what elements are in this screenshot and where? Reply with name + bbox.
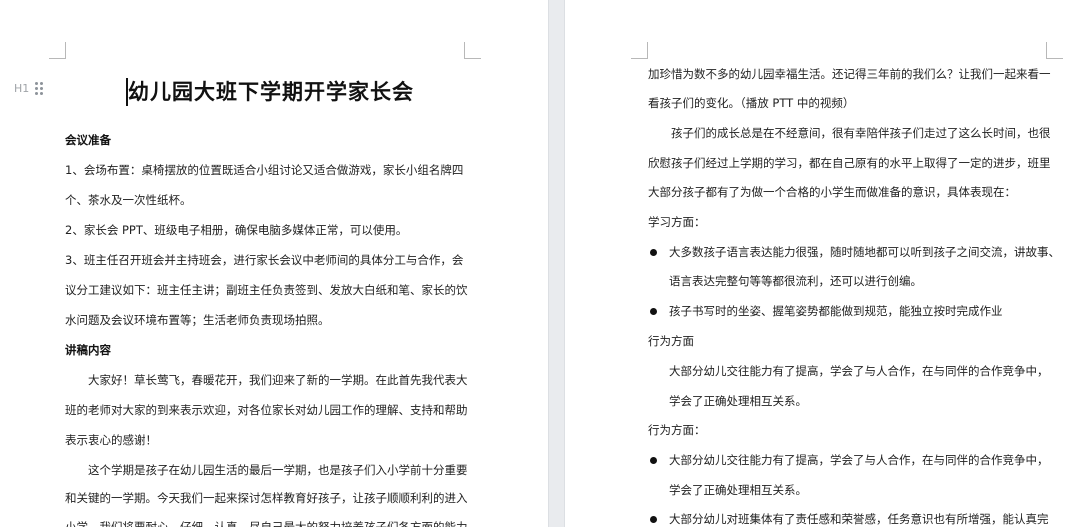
heading-tools: H1 <box>14 82 44 95</box>
paragraph-line[interactable]: 2、家长会 PPT、班级电子相册，确保电脑多媒体正常，可以使用。 <box>65 222 407 238</box>
paragraph-line[interactable]: 和关键的一学期。今天我们一起来探讨怎样教育好孩子，让孩子顺顺利利的进入 <box>65 490 468 506</box>
paragraph-line[interactable]: 孩子们的成长总是在不经意间，很有幸陪伴孩子们走过了这么长时间，也很 <box>671 125 1051 141</box>
paragraph-line[interactable]: 班的老师对大家的到来表示欢迎，对各位家长对幼儿园工作的理解、支持和帮助 <box>65 402 468 418</box>
paragraph-line[interactable]: 大家好！草长莺飞，春暖花开，我们迎来了新的一学期。在此首先我代表大 <box>88 372 468 388</box>
paragraph-line[interactable]: 学习方面： <box>648 214 706 230</box>
paragraph-line[interactable]: 大部分幼儿交往能力有了提高，学会了与人合作，在与同伴的合作竞争中， <box>669 363 1049 379</box>
document-title[interactable]: 幼儿园大班下学期开学家长会 <box>128 76 428 106</box>
paragraph-line[interactable]: 1、会场布置：桌椅摆放的位置既适合小组讨论又适合做游戏，家长小组名牌四 <box>65 162 463 178</box>
document-workspace: H1 幼儿园大班下学期开学家长会 会议准备 1、会场布置：桌椅摆放的位置既适合小… <box>0 0 1080 527</box>
paragraph-line[interactable]: 看孩子们的变化。（播放 PTT 中的视频） <box>648 95 854 111</box>
paragraph-line[interactable]: 个、茶水及一次性纸杯。 <box>65 192 192 208</box>
document-page-left[interactable]: H1 幼儿园大班下学期开学家长会 会议准备 1、会场布置：桌椅摆放的位置既适合小… <box>0 0 548 527</box>
bullet-icon <box>650 249 657 256</box>
paragraph-line[interactable]: 学会了正确处理相互关系。 <box>669 393 807 409</box>
paragraph-line[interactable]: 议分工建议如下：班主任主讲；副班主任负责签到、发放大白纸和笔、家长的饮 <box>65 282 468 298</box>
list-item-line[interactable]: 大部分幼儿对班集体有了责任感和荣誉感，任务意识也有所增强，能认真完 <box>669 511 1049 527</box>
paragraph-line[interactable]: 这个学期是孩子在幼儿园生活的最后一学期，也是孩子们入小学前十分重要 <box>88 462 468 478</box>
paragraph-line[interactable]: 小学，我们将要耐心、仔细、认真、尽自己最大的努力培养孩子们各方面的能力 <box>65 519 468 527</box>
paragraph-line[interactable]: 加珍惜为数不多的幼儿园幸福生活。还记得三年前的我们么？让我们一起来看一 <box>648 66 1051 82</box>
section-heading-speech-content[interactable]: 讲稿内容 <box>65 342 111 358</box>
paragraph-line[interactable]: 行为方面： <box>648 422 706 438</box>
list-item-line[interactable]: 孩子书写时的坐姿、握笔姿势都能做到规范，能独立按时完成作业 <box>669 303 1003 319</box>
page-divider <box>548 0 565 527</box>
paragraph-line[interactable]: 行为方面 <box>648 333 694 349</box>
list-item-line[interactable]: 语言表达完整句等等都很流利，还可以进行创编。 <box>669 273 922 289</box>
document-page-right[interactable]: 加珍惜为数不多的幼儿园幸福生活。还记得三年前的我们么？让我们一起来看一 看孩子们… <box>565 0 1080 527</box>
page-corner-mark <box>1046 42 1063 59</box>
paragraph-line[interactable]: 3、班主任召开班会并主持班会，进行家长会议中老师间的具体分工与合作，会 <box>65 252 463 268</box>
list-item-line[interactable]: 学会了正确处理相互关系。 <box>669 482 807 498</box>
paragraph-line[interactable]: 欣慰孩子们经过上学期的学习，都在自己原有的水平上取得了一定的进步，班里 <box>648 155 1051 171</box>
bullet-icon <box>650 457 657 464</box>
list-item-line[interactable]: 大多数孩子语言表达能力很强，随时随地都可以听到孩子之间交流，讲故事、 <box>669 244 1060 260</box>
paragraph-line[interactable]: 水问题及会议环境布置等；生活老师负责现场拍照。 <box>65 312 330 328</box>
drag-handle-icon[interactable] <box>35 82 44 95</box>
section-heading-meeting-prep[interactable]: 会议准备 <box>65 132 111 148</box>
paragraph-line[interactable]: 大部分孩子都有了为做一个合格的小学生而做准备的意识，具体表现在： <box>648 184 1016 200</box>
heading-level-badge[interactable]: H1 <box>14 82 29 95</box>
bullet-icon <box>650 308 657 315</box>
paragraph-line[interactable]: 表示衷心的感谢！ <box>65 432 157 448</box>
bullet-icon <box>650 516 657 523</box>
page-corner-mark <box>464 42 481 59</box>
page-corner-mark <box>49 42 66 59</box>
page-corner-mark <box>631 42 648 59</box>
list-item-line[interactable]: 大部分幼儿交往能力有了提高，学会了与人合作，在与同伴的合作竞争中， <box>669 452 1049 468</box>
